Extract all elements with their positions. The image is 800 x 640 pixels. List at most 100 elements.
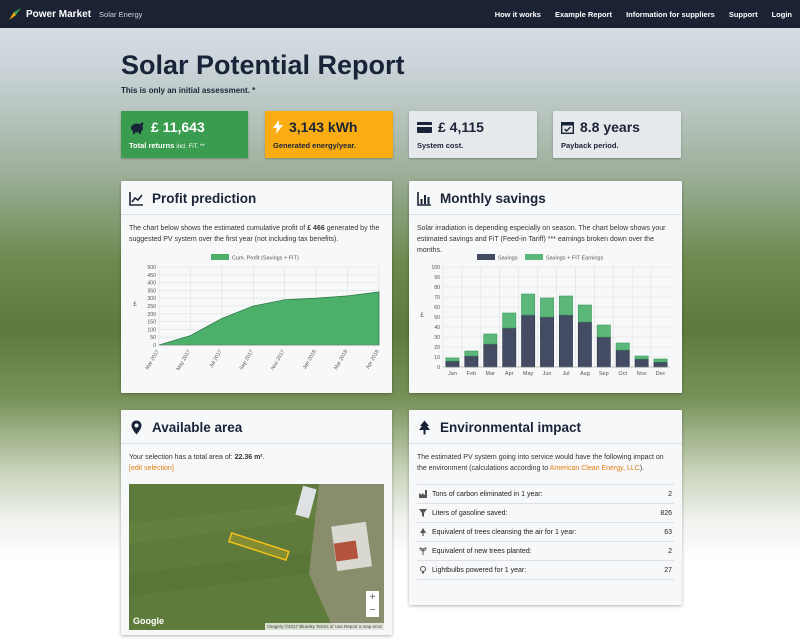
y-tick-label: 70: [434, 295, 440, 301]
y-tick-label: 20: [434, 345, 440, 351]
fit-earnings-bar: [615, 342, 630, 351]
env-value: 2: [668, 490, 672, 498]
sprout-icon: [419, 547, 427, 555]
y-tick-label: 30: [434, 335, 440, 341]
stat-label: Generated energy/year.: [273, 141, 356, 150]
x-tick-label: Jan 2018: [302, 349, 318, 371]
env-row-carbon: Tons of carbon eliminated in 1 year: 2: [417, 485, 674, 504]
x-tick-label: Apr: [505, 371, 514, 377]
savings-bar: [596, 336, 611, 368]
nav-links: How it works Example Report Information …: [495, 10, 792, 19]
savings-bar: [577, 321, 592, 368]
zoom-out-button[interactable]: −: [366, 604, 379, 617]
savings-bar: [615, 349, 630, 368]
y-tick-label: 300: [147, 296, 156, 302]
nav-support[interactable]: Support: [729, 10, 758, 19]
env-row-gasoline: Liters of gasoline saved: 826: [417, 504, 674, 523]
calendar-check-icon: [561, 121, 574, 134]
fit-earnings-bar: [483, 333, 498, 345]
y-tick-label: 500: [147, 265, 156, 271]
x-tick-label: Mar 2017: [145, 349, 161, 371]
legend-label: Savings: [498, 256, 518, 262]
y-axis-label: £: [420, 313, 424, 319]
savings-bar: [653, 361, 668, 368]
nav-example-report[interactable]: Example Report: [555, 10, 612, 19]
x-tick-label: Nov: [637, 371, 647, 377]
env-impact-table: Tons of carbon eliminated in 1 year: 2 Li…: [417, 484, 674, 580]
environmental-impact-card: Environmental impact The estimated PV sy…: [409, 410, 682, 605]
env-description: The estimated PV system going into servi…: [417, 454, 664, 472]
bar-chart-icon: [417, 192, 431, 206]
profit-amount: £ 466: [307, 225, 325, 232]
available-area-card: Available area Your selection has a tota…: [121, 410, 392, 635]
legend-swatch: [525, 254, 543, 260]
edit-selection-link[interactable]: [edit selection]: [129, 465, 174, 472]
x-tick-label: Jul 2017: [209, 349, 224, 369]
monthly-savings-card: Monthly savings Solar irradiation is dep…: [409, 181, 682, 393]
fit-earnings-bar: [502, 312, 517, 329]
filter-icon: [419, 509, 427, 517]
lightning-icon: [273, 120, 283, 134]
savings-bar: [559, 314, 573, 368]
x-tick-label: Nov 2017: [270, 349, 286, 371]
env-value: 826: [660, 509, 672, 517]
nav-login[interactable]: Login: [772, 10, 792, 19]
y-tick-label: 50: [150, 335, 156, 341]
nav-suppliers[interactable]: Information for suppliers: [626, 10, 715, 19]
env-row-trees-cleansing: Equivalent of trees cleansing the air fo…: [417, 523, 674, 542]
stat-total-returns: £ 11,643 Total returns incl. FiT. **: [121, 111, 248, 158]
google-logo: Google: [133, 616, 164, 626]
stat-label: Total returns: [129, 141, 175, 150]
fit-earnings-bar: [540, 297, 554, 318]
x-tick-label: Sep 2017: [239, 349, 255, 371]
fit-earnings-bar: [577, 304, 592, 323]
x-tick-label: Oct: [618, 371, 627, 377]
satellite-map[interactable]: Google Imagery ©2017 Bluesky Terms of Us…: [129, 484, 384, 630]
y-tick-label: 100: [147, 327, 156, 333]
stat-label: Payback period.: [561, 141, 619, 150]
x-tick-label: Dec: [656, 371, 666, 377]
y-tick-label: 400: [147, 281, 156, 287]
savings-bar: [634, 358, 649, 368]
y-tick-label: 50: [434, 315, 440, 321]
x-tick-label: Jun: [543, 371, 552, 377]
nav-how-it-works[interactable]: How it works: [495, 10, 541, 19]
x-tick-label: Sep: [599, 371, 609, 377]
x-tick-label: Feb: [467, 371, 476, 377]
fit-earnings-bar: [445, 357, 460, 362]
y-tick-label: 100: [431, 265, 440, 271]
stat-value: 8.8 years: [580, 119, 640, 135]
y-tick-label: 0: [153, 343, 156, 349]
brand-subtitle: Solar Energy: [99, 9, 143, 19]
lightbulb-icon: [420, 566, 426, 574]
american-clean-energy-link[interactable]: American Clean Energy, LLC: [550, 465, 640, 472]
legend-label: Savings + FIT Earnings: [546, 256, 603, 262]
y-tick-label: 10: [434, 355, 440, 361]
savings-bar: [502, 327, 517, 368]
line-chart-icon: [129, 192, 143, 206]
zoom-in-button[interactable]: +: [366, 591, 379, 604]
x-tick-label: May: [523, 371, 534, 377]
y-tick-label: 150: [147, 320, 156, 326]
card-title: Environmental impact: [440, 420, 582, 435]
top-navbar: Power Market Solar Energy How it works E…: [0, 0, 800, 28]
industry-icon: [419, 490, 427, 498]
x-tick-label: Aug: [580, 371, 590, 377]
stat-value: 3,143 kWh: [289, 119, 358, 135]
stat-payback-period: 8.8 years Payback period.: [553, 111, 681, 158]
x-tick-label: Mar 2018: [333, 349, 349, 371]
map-imagery: [129, 484, 384, 630]
env-value: 27: [664, 566, 672, 574]
savings-bar: [521, 314, 536, 368]
stat-generated-energy: 3,143 kWh Generated energy/year.: [265, 111, 393, 158]
legend-swatch: [211, 254, 229, 260]
savings-bar: [483, 343, 498, 368]
monthly-description: Solar irradiation is depending especiall…: [417, 225, 666, 254]
piggy-bank-icon: [131, 122, 144, 134]
brand-logo[interactable]: Power Market Solar Energy: [8, 7, 142, 21]
credit-card-icon: [417, 121, 432, 133]
savings-bar: [540, 316, 554, 368]
y-tick-label: 450: [147, 273, 156, 279]
profit-area-series: [158, 291, 380, 346]
fit-earnings-bar: [464, 350, 479, 357]
